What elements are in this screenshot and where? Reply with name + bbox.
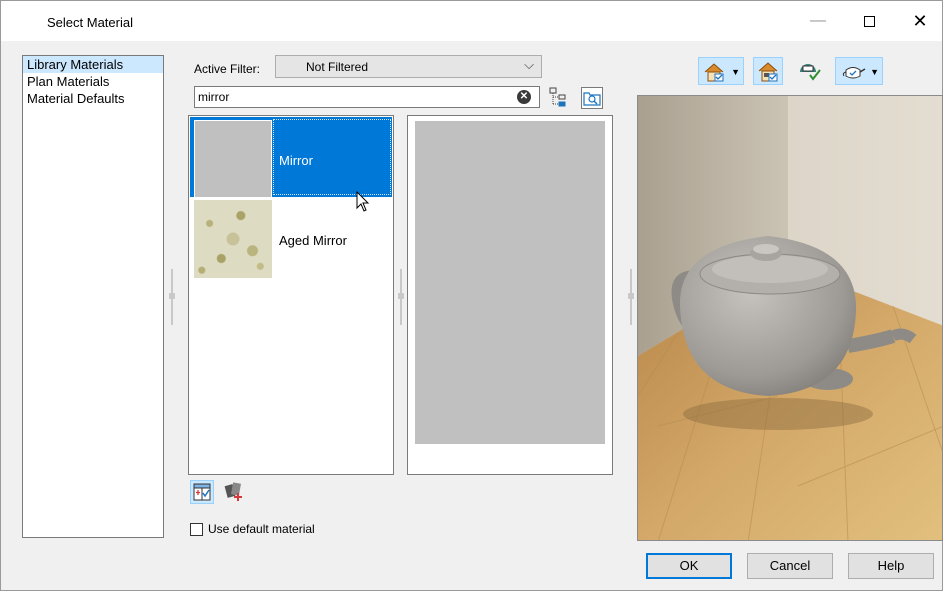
active-filter-value: Not Filtered xyxy=(306,60,369,74)
list-item[interactable]: Mirror xyxy=(190,117,392,198)
category-plan-materials[interactable]: Plan Materials xyxy=(23,73,163,90)
swatch-preview xyxy=(415,121,605,444)
ok-button[interactable]: OK xyxy=(646,553,732,579)
teapot-icon xyxy=(842,67,866,79)
material-check-button[interactable] xyxy=(794,57,824,85)
folder-search-icon[interactable] xyxy=(581,87,603,109)
caret-down-icon: ▼ xyxy=(870,67,879,77)
add-to-plan-icon[interactable] xyxy=(190,480,214,504)
splitter-middle[interactable] xyxy=(398,269,404,325)
category-tree-icon[interactable] xyxy=(547,86,569,108)
teapot-preview-button[interactable]: ▼ xyxy=(835,57,883,85)
category-library-materials[interactable]: Library Materials xyxy=(23,56,163,73)
category-material-defaults[interactable]: Material Defaults xyxy=(23,90,163,107)
close-button[interactable]: ✕ xyxy=(897,1,943,41)
active-filter-label: Active Filter: xyxy=(194,62,261,76)
material-swatch xyxy=(194,120,272,198)
render-options-button[interactable] xyxy=(753,57,783,85)
add-material-icon[interactable] xyxy=(223,480,247,504)
material-list: Mirror Aged Mirror xyxy=(188,115,394,475)
window-title: Select Material xyxy=(47,15,133,30)
title-bar: Select Material — ✕ xyxy=(1,1,942,41)
mouse-cursor-icon xyxy=(356,191,370,212)
sphere-check-icon xyxy=(800,64,821,81)
maximize-button[interactable] xyxy=(846,1,892,41)
camera-view-button[interactable]: ▼ xyxy=(698,57,744,85)
use-default-material-label: Use default material xyxy=(208,522,315,536)
material-render-preview xyxy=(637,95,943,541)
caret-down-icon: ▼ xyxy=(731,67,740,77)
chevron-down-icon: ⌵ xyxy=(524,57,534,72)
material-name: Mirror xyxy=(279,153,313,168)
splitter-right[interactable] xyxy=(628,269,634,325)
select-material-dialog: Select Material — ✕ Library Materials Pl… xyxy=(0,0,943,591)
active-filter-dropdown[interactable]: Not Filtered ⌵ xyxy=(275,55,542,78)
material-name: Aged Mirror xyxy=(279,233,347,248)
search-box[interactable]: ✕ xyxy=(194,86,540,108)
cancel-button[interactable]: Cancel xyxy=(747,553,833,579)
help-button[interactable]: Help xyxy=(848,553,934,579)
splitter-left[interactable] xyxy=(169,269,175,325)
material-swatch-preview xyxy=(407,115,613,475)
clear-search-icon[interactable]: ✕ xyxy=(517,90,531,104)
use-default-material-checkbox[interactable] xyxy=(190,523,203,536)
house-overview-icon xyxy=(758,62,778,82)
category-list: Library Materials Plan Materials Materia… xyxy=(22,55,164,538)
house-icon xyxy=(704,63,724,82)
search-input[interactable] xyxy=(198,89,508,105)
minimize-button[interactable]: — xyxy=(795,1,841,41)
maximize-icon xyxy=(863,15,875,27)
material-swatch xyxy=(194,200,272,278)
